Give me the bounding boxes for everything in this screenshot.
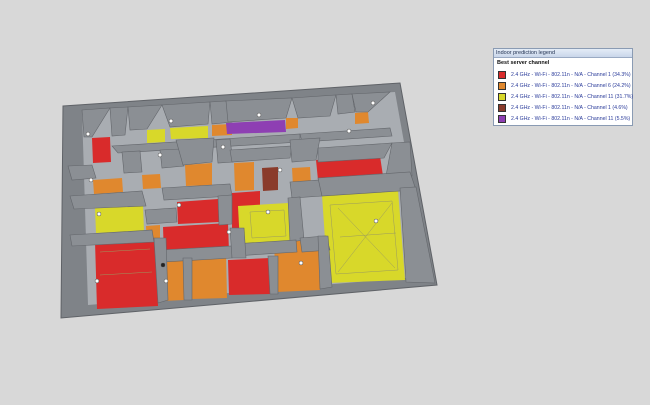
room-coverage (234, 162, 254, 191)
room-coverage (147, 129, 165, 143)
legend-item: 2.4 GHz - Wi-Fi - 802.11n - N/A - Channe… (494, 102, 632, 113)
legend-list: 2.4 GHz - Wi-Fi - 802.11n - N/A - Channe… (494, 69, 634, 124)
room-coverage (238, 203, 290, 245)
legend-swatch-icon (498, 103, 506, 112)
ap-dot-icon (163, 278, 169, 284)
room-coverage (322, 190, 405, 283)
room-coverage (228, 258, 271, 295)
room-coverage (355, 112, 369, 124)
legend-item: 2.4 GHz - Wi-Fi - 802.11n - N/A - Channe… (494, 69, 632, 80)
ap-dot-icon (373, 218, 379, 224)
legend-item: 2.4 GHz - Wi-Fi - 802.11n - N/A - Channe… (494, 80, 632, 91)
ap-dot-icon (256, 112, 262, 118)
ap-dot-icon (168, 118, 174, 124)
ap-dot-icon (346, 128, 352, 134)
room-coverage (93, 178, 123, 194)
legend-item-label: 2.4 GHz - Wi-Fi - 802.11n - N/A - Channe… (511, 104, 628, 111)
legend-item: 2.4 GHz - Wi-Fi - 802.11n - N/A - Channe… (494, 113, 632, 124)
legend-swatch-icon (498, 81, 506, 90)
room-coverage (177, 199, 219, 224)
room-coverage (142, 174, 161, 189)
ap-dot-icon (265, 209, 271, 215)
legend-subtitle: Best server channel (497, 60, 550, 66)
legend-swatch-icon (498, 114, 506, 123)
room-coverage (170, 126, 208, 139)
room-coverage (262, 167, 278, 191)
room-coverage (95, 205, 144, 233)
room-coverage (286, 118, 298, 129)
ap-dot-icon (370, 100, 376, 106)
ap-dot-icon (94, 278, 100, 284)
ap-dot-icon (88, 177, 94, 183)
ap-dot-icon (220, 144, 226, 150)
ap-dot-icon (157, 152, 163, 158)
ap-dot-icon (160, 262, 166, 268)
ap-dot-icon (85, 131, 91, 137)
legend-item: 2.4 GHz - Wi-Fi - 802.11n - N/A - Channe… (494, 91, 634, 102)
legend-swatch-icon (498, 92, 506, 101)
legend-item-label: 2.4 GHz - Wi-Fi - 802.11n - N/A - Channe… (511, 93, 634, 100)
room-coverage (185, 163, 212, 186)
legend-item-label: 2.4 GHz - Wi-Fi - 802.11n - N/A - Channe… (511, 82, 631, 89)
legend-panel[interactable]: Indoor prediction legend Best server cha… (493, 48, 633, 126)
ap-dot-icon (277, 167, 283, 173)
legend-item-label: 2.4 GHz - Wi-Fi - 802.11n - N/A - Channe… (511, 71, 631, 78)
ap-dot-icon (176, 202, 182, 208)
legend-item-label: 2.4 GHz - Wi-Fi - 802.11n - N/A - Channe… (511, 115, 631, 122)
ap-dot-icon (298, 260, 304, 266)
room-coverage (190, 254, 227, 299)
legend-swatch-icon (498, 70, 506, 79)
ap-dot-icon (96, 211, 102, 217)
room-coverage (92, 137, 111, 163)
legend-title: Indoor prediction legend (494, 49, 632, 58)
ap-dot-icon (226, 229, 232, 235)
